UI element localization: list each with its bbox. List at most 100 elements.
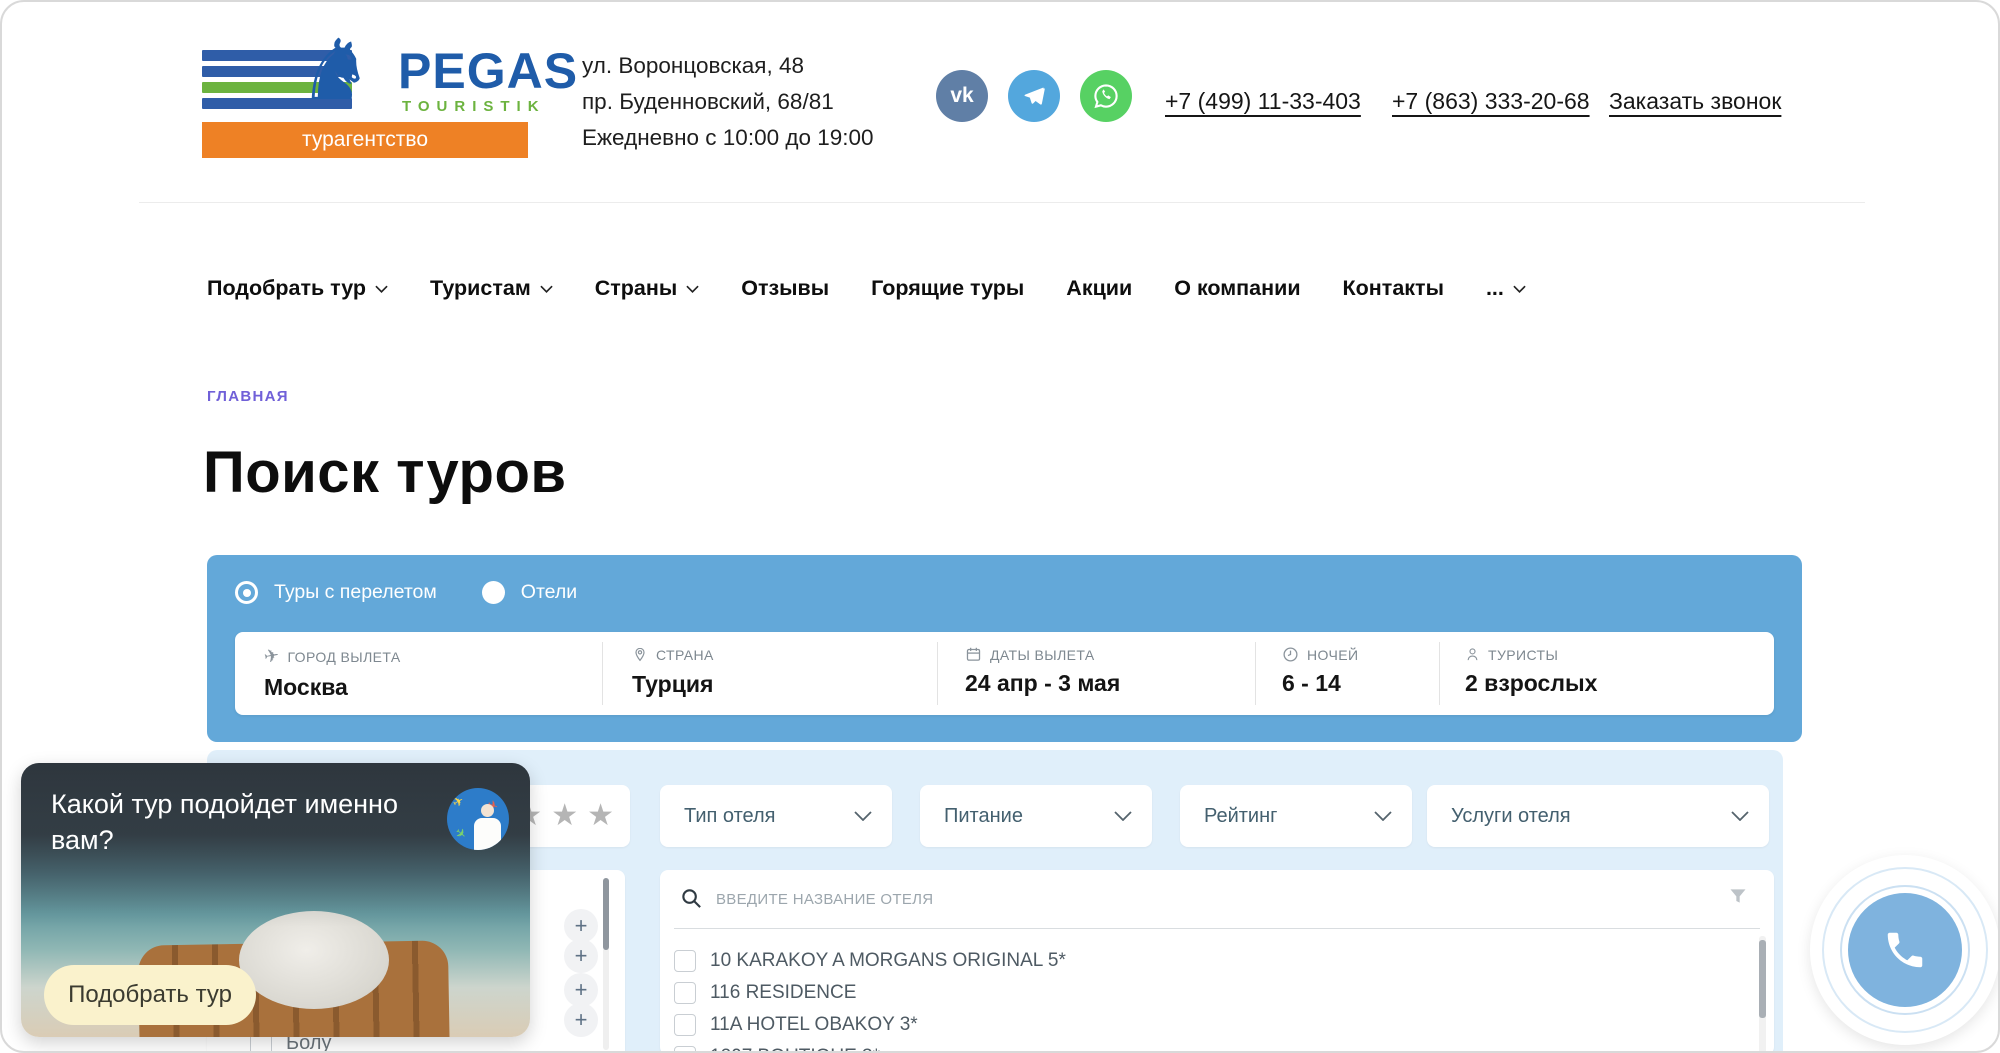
header-divider — [139, 202, 1865, 203]
logo-subbrand-text: TOURISTIK — [402, 98, 546, 115]
address-block: ул. Воронцовская, 48 пр. Буденновский, 6… — [582, 48, 874, 156]
logo-brand-text: PEGAS — [398, 42, 578, 100]
logo-top: ♞ PEGAS TOURISTIK — [202, 40, 528, 122]
hotel-search-row — [660, 870, 1774, 928]
hotel-scrollbar-thumb[interactable] — [1759, 940, 1766, 1018]
hotel-name: 11A HOTEL OBAKOY 3* — [710, 1014, 918, 1036]
avatar-person-body — [474, 818, 501, 850]
nav-item-more[interactable]: ... — [1486, 276, 1526, 301]
nights-value: 6 - 14 — [1282, 670, 1358, 697]
avatar-person-head — [481, 804, 494, 817]
field-country[interactable]: СТРАНА Турция — [632, 646, 714, 698]
nav-item-podobrat-tur[interactable]: Подобрать тур — [207, 276, 388, 301]
chat-avatar: ✈ ✈ ✈ — [447, 788, 509, 850]
field-nights[interactable]: НОЧЕЙ 6 - 14 — [1282, 646, 1358, 697]
checkbox-icon[interactable] — [674, 1014, 696, 1036]
work-hours: Ежедневно с 10:00 до 19:00 — [582, 120, 874, 156]
expand-region-button[interactable]: + — [564, 939, 598, 973]
hotel-name: 116 RESIDENCE — [710, 982, 856, 1004]
chat-widget[interactable]: Какой тур подойдет именно вам? ✈ ✈ ✈ Под… — [21, 763, 530, 1037]
radio-hotels[interactable]: Отели — [482, 581, 577, 604]
dropdown-hotel-type[interactable]: Тип отеля — [660, 785, 892, 847]
search-mode-row: Туры с перелетом Отели — [235, 581, 577, 604]
nav-item-o-kompanii[interactable]: О компании — [1174, 276, 1300, 301]
pin-icon — [632, 646, 648, 664]
chevron-down-icon — [686, 285, 699, 293]
hotel-search-divider — [674, 928, 1760, 929]
page-title: Поиск туров — [203, 439, 567, 506]
calendar-icon — [965, 646, 982, 663]
breadcrumb[interactable]: ГЛАВНАЯ — [207, 388, 289, 405]
hotel-name: 10 KARAKOY A MORGANS ORIGINAL 5* — [710, 950, 1066, 972]
field-departure-dates[interactable]: ДАТЫ ВЫЛЕТА 24 апр - 3 мая — [965, 646, 1120, 697]
field-tourists[interactable]: ТУРИСТЫ 2 взрослых — [1465, 646, 1597, 697]
hotel-list-item[interactable]: 10 KARAKOY A MORGANS ORIGINAL 5* — [674, 950, 1066, 972]
call-button[interactable] — [1848, 893, 1962, 1007]
chevron-down-icon — [375, 285, 388, 293]
nav-item-turistam[interactable]: Туристам — [430, 276, 553, 301]
country-value: Турция — [632, 671, 714, 698]
expand-region-button[interactable]: + — [564, 1003, 598, 1037]
star-icon[interactable]: ★ — [551, 801, 578, 831]
nav-item-akcii[interactable]: Акции — [1066, 276, 1132, 301]
radio-tours-with-flight[interactable]: Туры с перелетом — [235, 581, 437, 604]
vk-icon[interactable]: vk — [936, 70, 988, 122]
search-fields-bar: ✈ ГОРОД ВЫЛЕТА Москва СТРАНА Турция — [235, 632, 1774, 715]
dropdown-rating[interactable]: Рейтинг — [1180, 785, 1412, 847]
hotel-list-item[interactable]: 11A HOTEL OBAKOY 3* — [674, 1014, 918, 1036]
address-line-2: пр. Буденновский, 68/81 — [582, 84, 874, 120]
chat-pick-tour-button[interactable]: Подобрать тур — [44, 965, 256, 1025]
checkbox-icon[interactable] — [674, 1046, 696, 1053]
chevron-down-icon — [1731, 811, 1749, 821]
expand-region-button[interactable]: + — [564, 909, 598, 943]
chevron-down-icon — [1114, 811, 1132, 821]
expand-region-button[interactable]: + — [564, 973, 598, 1007]
logo-tagline-bar: турагентство — [202, 122, 528, 158]
chevron-down-icon — [854, 811, 872, 821]
star-icon[interactable]: ★ — [587, 801, 614, 831]
chat-question: Какой тур подойдет именно вам? — [51, 787, 401, 858]
radio-checked-icon[interactable] — [235, 581, 258, 604]
nav-item-kontakty[interactable]: Контакты — [1343, 276, 1444, 301]
region-scrollbar-thumb[interactable] — [603, 878, 609, 950]
field-departure-city[interactable]: ✈ ГОРОД ВЫЛЕТА Москва — [264, 646, 401, 701]
search-panel: Туры с перелетом Отели ✈ ГОРОД ВЫЛЕТА Мо… — [207, 555, 1802, 742]
nav-item-strany[interactable]: Страны — [595, 276, 700, 301]
chevron-down-icon — [1374, 811, 1392, 821]
call-fab[interactable] — [1810, 855, 2000, 1045]
plane-icon: ✈ — [450, 792, 467, 811]
phone-primary-link[interactable]: +7 (499) 11-33-403 — [1165, 88, 1361, 115]
telegram-icon[interactable] — [1008, 70, 1060, 122]
checkbox-icon[interactable] — [674, 982, 696, 1004]
nav-item-goryashchie-tury[interactable]: Горящие туры — [871, 276, 1024, 301]
telegram-plane-icon — [1021, 83, 1047, 109]
plane-icon: ✈ — [262, 645, 281, 668]
tourists-value: 2 взрослых — [1465, 670, 1597, 697]
person-icon — [1465, 646, 1480, 663]
whatsapp-glyph-icon — [1091, 81, 1121, 111]
whatsapp-icon[interactable] — [1080, 70, 1132, 122]
radio-unchecked-icon[interactable] — [482, 581, 505, 604]
search-icon — [680, 887, 703, 910]
hotel-list-panel: 10 KARAKOY A MORGANS ORIGINAL 5* 116 RES… — [660, 870, 1774, 1053]
address-line-1: ул. Воронцовская, 48 — [582, 48, 874, 84]
hotel-list-item[interactable]: 116 RESIDENCE — [674, 982, 856, 1004]
hotel-name-search-input[interactable] — [716, 881, 1766, 917]
filter-funnel-icon[interactable] — [1728, 886, 1748, 906]
phone-secondary-link[interactable]: +7 (863) 333-20-68 — [1392, 88, 1590, 115]
dates-value: 24 апр - 3 мая — [965, 670, 1120, 697]
checkbox-icon[interactable] — [674, 950, 696, 972]
hotel-list-item[interactable]: 1207 BOUTIQUE 3* — [674, 1046, 880, 1053]
departure-city-value: Москва — [264, 674, 401, 701]
nav-item-otzyvy[interactable]: Отзывы — [741, 276, 829, 301]
dropdown-meal[interactable]: Питание — [920, 785, 1152, 847]
dropdown-hotel-services[interactable]: Услуги отеля — [1427, 785, 1769, 847]
main-nav: Подобрать тур Туристам Страны Отзывы Гор… — [207, 276, 1526, 301]
pegas-tour-search-page: ♞ PEGAS TOURISTIK турагентство ул. Ворон… — [0, 0, 2000, 1053]
chevron-down-icon — [540, 285, 553, 293]
hotel-name: 1207 BOUTIQUE 3* — [710, 1046, 880, 1053]
logo[interactable]: ♞ PEGAS TOURISTIK турагентство — [202, 40, 528, 158]
callback-link[interactable]: Заказать звонок — [1609, 88, 1781, 115]
chevron-down-icon — [1513, 285, 1526, 293]
logo-tagline: турагентство — [302, 128, 428, 152]
